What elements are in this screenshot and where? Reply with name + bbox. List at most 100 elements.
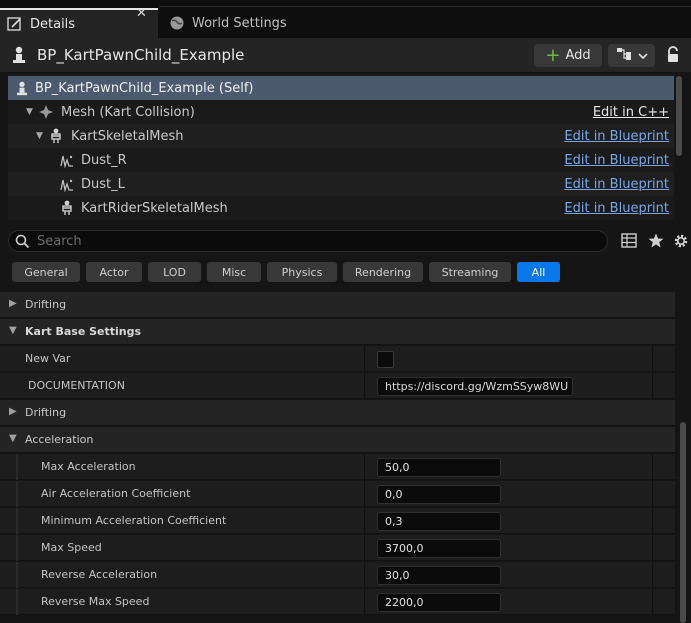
new-var-checkbox[interactable] (377, 351, 394, 368)
tree-row-label: KartSkeletalMesh (71, 128, 184, 144)
property-label: Max Acceleration (41, 460, 136, 473)
blueprint-options-button[interactable] (608, 44, 655, 67)
property-reverse-acceleration: Reverse Acceleration 30,0 (0, 562, 675, 588)
category-label: Kart Base Settings (25, 325, 142, 338)
search-icon (15, 234, 30, 252)
column-divider (652, 481, 653, 507)
category-drifting-collapsed[interactable]: ▶ Drifting (0, 292, 675, 318)
filter-rendering-button[interactable]: Rendering (343, 262, 423, 282)
column-divider (652, 589, 653, 615)
tab-bar-line (159, 6, 691, 7)
edit-in-blueprint-link[interactable]: Edit in Blueprint (564, 177, 669, 192)
category-label: Drifting (25, 406, 67, 419)
add-component-button[interactable]: + Add (534, 44, 602, 67)
skeletal-mesh-icon (59, 200, 75, 216)
plus-icon: + (545, 44, 561, 66)
close-tab-icon[interactable]: ✕ (136, 6, 147, 21)
tree-row-mesh[interactable]: ▼ Mesh (Kart Collision) Edit in C++ (8, 100, 674, 124)
particle-system-icon (59, 176, 75, 192)
indent-guide (16, 481, 18, 507)
column-divider[interactable] (364, 481, 365, 507)
column-divider[interactable] (364, 589, 365, 615)
column-divider (652, 373, 653, 399)
tree-scrollbar[interactable] (676, 76, 682, 156)
property-label: Max Speed (41, 541, 102, 554)
collision-mesh-icon (38, 104, 54, 120)
column-divider[interactable] (364, 373, 365, 399)
filter-misc-button[interactable]: Misc (207, 262, 261, 282)
property-matrix-icon[interactable] (621, 233, 637, 251)
property-label: Air Acceleration Coefficient (41, 487, 191, 500)
reverse-acceleration-field[interactable]: 30,0 (377, 566, 501, 585)
details-header: BP_KartPawnChild_Example + Add (0, 38, 691, 72)
filter-all-button[interactable]: All (517, 262, 560, 282)
property-label: Reverse Acceleration (41, 568, 158, 581)
expand-arrow-icon[interactable]: ▼ (36, 131, 43, 141)
reverse-max-speed-field[interactable]: 2200,0 (377, 593, 501, 612)
tree-row-dust-l[interactable]: Dust_L Edit in Blueprint (8, 172, 674, 196)
category-acceleration[interactable]: ▼ Acceleration (0, 427, 675, 453)
filter-actor-button[interactable]: Actor (86, 262, 142, 282)
globe-icon (168, 14, 186, 32)
search-input[interactable]: Search (8, 230, 608, 252)
property-documentation: DOCUMENTATION https://discord.gg/WzmSSyw… (0, 373, 675, 399)
max-speed-field[interactable]: 3700,0 (377, 539, 501, 558)
indent-guide (16, 589, 18, 615)
filter-general-button[interactable]: General (12, 262, 80, 282)
category-drifting[interactable]: ▶ Drifting (0, 400, 675, 426)
gear-icon[interactable] (673, 233, 689, 252)
hierarchy-icon (616, 47, 632, 64)
property-max-speed: Max Speed 3700,0 (0, 535, 675, 561)
add-label: Add (565, 48, 591, 63)
column-divider[interactable] (364, 508, 365, 534)
property-air-acceleration-coefficient: Air Acceleration Coefficient 0,0 (0, 481, 675, 507)
edit-in-blueprint-link[interactable]: Edit in Blueprint (564, 129, 669, 144)
column-divider (652, 508, 653, 534)
column-divider[interactable] (364, 346, 365, 372)
expand-arrow-icon[interactable]: ▼ (26, 107, 33, 117)
filter-lod-button[interactable]: LOD (148, 262, 201, 282)
details-icon (6, 15, 24, 33)
column-divider[interactable] (364, 535, 365, 561)
column-divider (652, 346, 653, 372)
column-divider (652, 454, 653, 480)
tree-row-dust-r[interactable]: Dust_R Edit in Blueprint (8, 148, 674, 172)
tree-row-label: Dust_R (81, 152, 127, 168)
edit-in-cpp-link[interactable]: Edit in C++ (593, 105, 669, 120)
category-kart-base-settings[interactable]: ▼ Kart Base Settings (0, 319, 675, 345)
edit-in-blueprint-link[interactable]: Edit in Blueprint (564, 153, 669, 168)
actor-title: BP_KartPawnChild_Example (37, 46, 245, 64)
filter-streaming-button[interactable]: Streaming (429, 262, 511, 282)
edit-in-blueprint-link[interactable]: Edit in Blueprint (564, 201, 669, 216)
tree-row-label: KartRiderSkeletalMesh (81, 200, 228, 216)
tab-world-label: World Settings (192, 15, 287, 31)
category-label: Drifting (25, 298, 67, 311)
indent-guide (16, 562, 18, 588)
column-divider (652, 562, 653, 588)
lock-icon[interactable] (666, 46, 680, 67)
column-divider (652, 535, 653, 561)
max-acceleration-field[interactable]: 50,0 (377, 458, 501, 477)
tree-row-kart-rider-skeletal-mesh[interactable]: KartRiderSkeletalMesh Edit in Blueprint (8, 196, 674, 220)
tree-row-kart-skeletal-mesh[interactable]: ▼ KartSkeletalMesh Edit in Blueprint (8, 124, 674, 148)
column-divider[interactable] (364, 454, 365, 480)
star-icon[interactable] (648, 233, 664, 251)
tree-row-self[interactable]: BP_KartPawnChild_Example (Self) (8, 76, 674, 100)
filter-physics-button[interactable]: Physics (267, 262, 337, 282)
category-label: Acceleration (25, 433, 94, 446)
column-divider[interactable] (364, 562, 365, 588)
tab-details[interactable]: Details (0, 8, 158, 38)
chevron-right-icon: ▶ (9, 406, 17, 417)
property-label: New Var (25, 352, 71, 365)
tab-details-label: Details (30, 16, 76, 32)
tab-world-settings[interactable]: World Settings (162, 8, 322, 38)
minimum-acceleration-coefficient-field[interactable]: 0,3 (377, 512, 501, 531)
details-scrollbar[interactable] (680, 422, 686, 623)
property-label: Minimum Acceleration Coefficient (41, 514, 227, 527)
indent-guide (16, 508, 18, 534)
pawn-icon (12, 46, 26, 67)
indent-guide (16, 535, 18, 561)
property-label: DOCUMENTATION (28, 379, 125, 392)
documentation-field[interactable]: https://discord.gg/WzmSSyw8WU (377, 377, 573, 396)
air-acceleration-coefficient-field[interactable]: 0,0 (377, 485, 501, 504)
